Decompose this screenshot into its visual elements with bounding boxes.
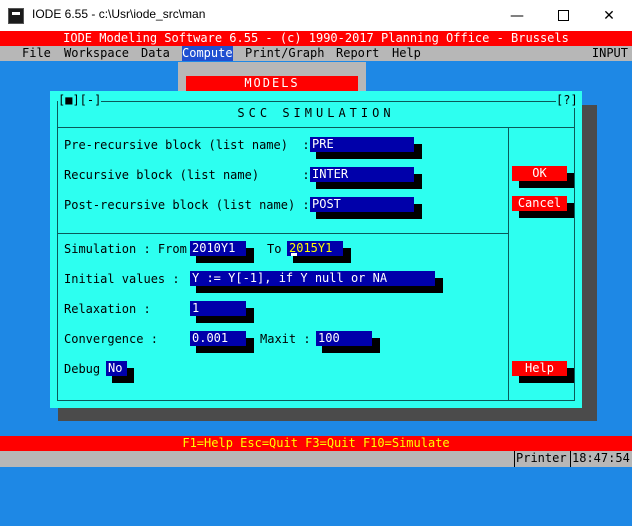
status-divider [570, 451, 571, 467]
maxit-field[interactable]: 100 [316, 331, 372, 346]
app-banner: IODE Modeling Software 6.55 - (c) 1990-2… [0, 31, 632, 46]
close-button[interactable]: ✕ [586, 0, 632, 31]
menu-help[interactable]: Help [392, 46, 421, 61]
recursive-field[interactable]: INTER [310, 167, 414, 182]
input-mode-indicator: INPUT [591, 46, 628, 60]
maximize-icon [557, 10, 569, 21]
models-popup-title: MODELS [186, 76, 358, 91]
help-button[interactable]: Help [512, 361, 567, 376]
window-title: IODE 6.55 - c:\Usr\iode_src\man [32, 7, 206, 21]
relaxation-field[interactable]: 1 [190, 301, 246, 316]
menu-print-graph[interactable]: Print/Graph [245, 46, 324, 61]
debug-toggle[interactable]: No [106, 361, 127, 376]
status-divider [514, 451, 515, 467]
cancel-button[interactable]: Cancel [512, 196, 567, 211]
initial-values-label: Initial values : [64, 272, 180, 286]
pre-recursive-label: Pre-recursive block (list name) : [64, 138, 310, 152]
app-icon [8, 8, 24, 24]
dialog-title: SCC SIMULATION [237, 106, 395, 120]
pre-recursive-field[interactable]: PRE [310, 137, 414, 152]
from-period-field[interactable]: 2010Y1 [190, 241, 246, 256]
close-icon: ✕ [603, 7, 615, 24]
menu-data[interactable]: Data [141, 46, 170, 61]
minimize-button[interactable]: — [494, 0, 540, 31]
dialog-divider-top [57, 127, 575, 128]
dialog-divider-middle [57, 233, 508, 234]
text-cursor [291, 253, 297, 256]
function-keys-bar: F1=Help Esc=Quit F3=Quit F10=Simulate [0, 436, 632, 451]
menu-workspace[interactable]: Workspace [64, 46, 129, 61]
simulation-from-label: Simulation : From [64, 242, 187, 256]
convergence-label: Convergence : [64, 332, 158, 346]
menu-compute[interactable]: Compute [182, 46, 233, 61]
post-recursive-field[interactable]: POST [310, 197, 414, 212]
printer-status: Printer [516, 451, 567, 465]
clock: 18:47:54 [572, 451, 630, 465]
maxit-label: Maxit : [260, 332, 311, 346]
initial-values-select[interactable]: Y := Y[-1], if Y null or NA [190, 271, 435, 286]
ok-button[interactable]: OK [512, 166, 567, 181]
relaxation-label: Relaxation : [64, 302, 151, 316]
minimize-icon: — [510, 7, 524, 24]
status-bar: Printer 18:47:54 [0, 451, 632, 467]
menu-bar: File Workspace Data Compute Print/Graph … [0, 46, 632, 61]
recursive-label: Recursive block (list name) : [64, 168, 310, 182]
menu-file[interactable]: File [22, 46, 51, 61]
convergence-field[interactable]: 0.001 [190, 331, 246, 346]
debug-label: Debug [64, 362, 101, 376]
post-recursive-label: Post-recursive block (list name) : [64, 198, 310, 212]
maximize-button[interactable] [540, 0, 586, 31]
window-titlebar[interactable]: IODE 6.55 - c:\Usr\iode_src\man — ✕ [0, 0, 632, 32]
menu-report[interactable]: Report [336, 46, 379, 61]
simulation-to-label: To [267, 242, 282, 256]
dialog-divider-vertical [508, 127, 509, 401]
